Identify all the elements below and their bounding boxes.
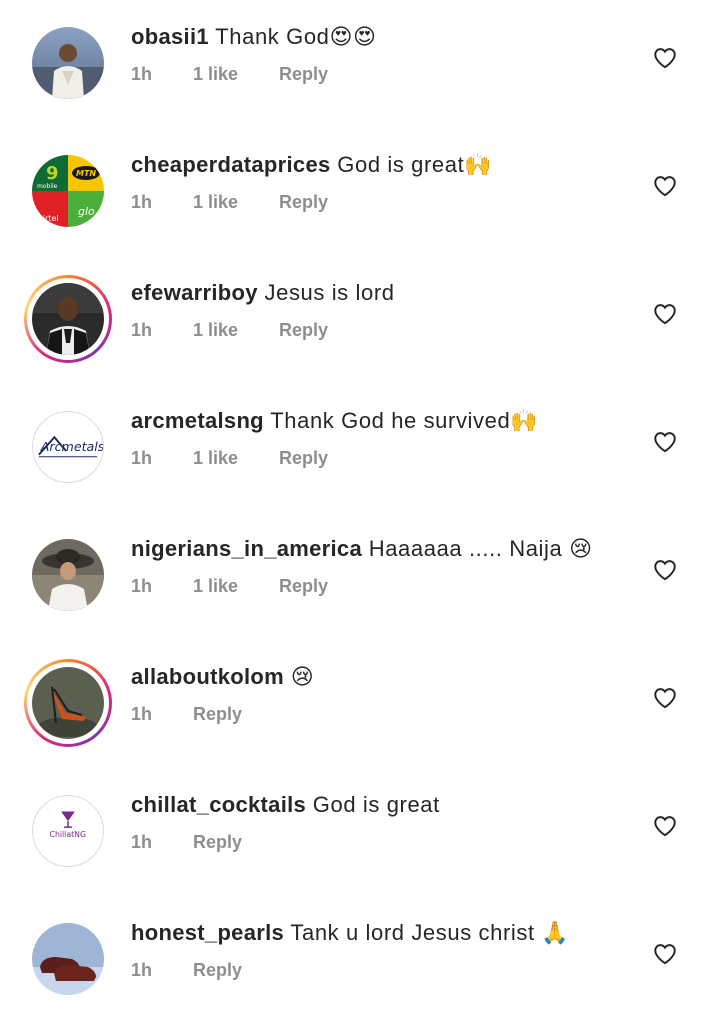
comment-text-line: cheaperdataprices God is great🙌 — [131, 150, 492, 180]
comment-text-line: nigerians_in_america Haaaaaa ..... Naija… — [131, 534, 593, 564]
heart-icon[interactable] — [652, 45, 678, 71]
comment-meta: 1h Reply — [131, 960, 242, 981]
username[interactable]: efewarriboy — [131, 280, 258, 305]
likes-count[interactable]: 1 like — [193, 192, 279, 213]
comment-text-line: arcmetalsng Thank God he survived🙌 — [131, 406, 538, 436]
comment-text: Haaaaaa ..... Naija 😢 — [368, 536, 593, 561]
comment-text: Tank u lord Jesus christ 🙏 — [290, 920, 570, 945]
avatar-label: glo — [78, 205, 95, 218]
telecom-logos-icon: 9 mobile MTN airtel glo — [32, 155, 104, 227]
reply-button[interactable]: Reply — [193, 832, 242, 853]
avatar[interactable]: 9 mobile MTN airtel glo — [32, 155, 104, 227]
likes-count[interactable]: 1 like — [193, 320, 279, 341]
avatar-label: Arcmetals — [40, 439, 103, 454]
heart-icon[interactable] — [652, 813, 678, 839]
comment-text-line: honest_pearls Tank u lord Jesus christ 🙏 — [131, 918, 569, 948]
username[interactable]: chillat_cocktails — [131, 792, 306, 817]
cocktail-logo-icon: ChillatNG — [32, 795, 104, 867]
timestamp: 1h — [131, 320, 153, 340]
timestamp: 1h — [131, 832, 153, 852]
avatar-label: airtel — [38, 214, 59, 223]
photo-man-suit-icon — [32, 283, 104, 355]
reply-button[interactable]: Reply — [279, 448, 328, 469]
comment-text-line: obasii1 Thank God😍😍 — [131, 22, 377, 52]
avatar[interactable] — [32, 27, 104, 99]
avatar-label: MTN — [76, 169, 96, 178]
comment-item: 9 mobile MTN airtel glo cheaperdataprice… — [0, 128, 720, 256]
avatar-label: 9 — [46, 163, 59, 184]
comment-text-line: efewarriboy Jesus is lord — [131, 278, 395, 308]
comment-item: obasii1 Thank God😍😍 1h 1 like Reply — [0, 0, 720, 128]
heart-icon[interactable] — [652, 429, 678, 455]
comment-meta: 1h 1 like Reply — [131, 192, 328, 213]
comment-meta: 1h Reply — [131, 832, 242, 853]
reply-button[interactable]: Reply — [279, 576, 328, 597]
comment-text: 😢 — [290, 664, 315, 689]
comment-meta: 1h 1 like Reply — [131, 576, 328, 597]
comment-item: Arcmetals arcmetalsng Thank God he survi… — [0, 384, 720, 512]
timestamp: 1h — [131, 704, 153, 724]
heart-icon[interactable] — [652, 685, 678, 711]
likes-count[interactable]: 1 like — [193, 576, 279, 597]
username[interactable]: nigerians_in_america — [131, 536, 362, 561]
photo-shoe-icon — [32, 667, 104, 739]
heart-icon[interactable] — [652, 301, 678, 327]
heart-icon[interactable] — [652, 173, 678, 199]
comment-text-line: chillat_cocktails God is great — [131, 790, 440, 820]
reply-button[interactable]: Reply — [279, 64, 328, 85]
avatar-label: ChillatNG — [50, 830, 86, 839]
reply-button[interactable]: Reply — [193, 960, 242, 981]
likes-count[interactable]: 1 like — [193, 448, 279, 469]
comment-text: Thank God😍😍 — [215, 24, 377, 49]
photo-shoes-icon — [32, 923, 104, 995]
comment-text: Jesus is lord — [264, 280, 395, 305]
username[interactable]: honest_pearls — [131, 920, 284, 945]
photo-woman-hat-icon — [32, 539, 104, 611]
comment-text: God is great🙌 — [337, 152, 493, 177]
avatar[interactable]: Arcmetals — [32, 411, 104, 483]
username[interactable]: obasii1 — [131, 24, 209, 49]
reply-button[interactable]: Reply — [279, 192, 328, 213]
timestamp: 1h — [131, 576, 153, 596]
avatar[interactable]: ChillatNG — [32, 795, 104, 867]
comment-meta: 1h 1 like Reply — [131, 448, 328, 469]
comment-item: ChillatNG chillat_cocktails God is great… — [0, 768, 720, 896]
comment-text: Thank God he survived🙌 — [270, 408, 539, 433]
reply-button[interactable]: Reply — [279, 320, 328, 341]
comment-item: honest_pearls Tank u lord Jesus christ 🙏… — [0, 896, 720, 1014]
avatar[interactable] — [32, 539, 104, 611]
story-ring — [27, 662, 109, 744]
avatar-label: mobile — [37, 183, 58, 190]
username[interactable]: cheaperdataprices — [131, 152, 331, 177]
heart-icon[interactable] — [652, 557, 678, 583]
comment-meta: 1h 1 like Reply — [131, 320, 328, 341]
comment-item: allaboutkolom 😢 1h Reply — [0, 640, 720, 768]
comment-meta: 1h Reply — [131, 704, 242, 725]
timestamp: 1h — [131, 448, 153, 468]
timestamp: 1h — [131, 192, 153, 212]
username[interactable]: allaboutkolom — [131, 664, 284, 689]
timestamp: 1h — [131, 960, 153, 980]
likes-count[interactable]: 1 like — [193, 64, 279, 85]
username[interactable]: arcmetalsng — [131, 408, 264, 433]
avatar[interactable] — [32, 923, 104, 995]
arcmetals-logo-icon: Arcmetals — [32, 411, 104, 483]
comment-text-line: allaboutkolom 😢 — [131, 662, 314, 692]
timestamp: 1h — [131, 64, 153, 84]
avatar[interactable] — [24, 275, 112, 363]
story-ring — [27, 278, 109, 360]
reply-button[interactable]: Reply — [193, 704, 242, 725]
comment-text: God is great — [312, 792, 440, 817]
comment-item: efewarriboy Jesus is lord 1h 1 like Repl… — [0, 256, 720, 384]
comment-item: nigerians_in_america Haaaaaa ..... Naija… — [0, 512, 720, 640]
comment-meta: 1h 1 like Reply — [131, 64, 328, 85]
avatar[interactable] — [24, 659, 112, 747]
heart-icon[interactable] — [652, 941, 678, 967]
photo-man-white-shirt-icon — [32, 27, 104, 99]
